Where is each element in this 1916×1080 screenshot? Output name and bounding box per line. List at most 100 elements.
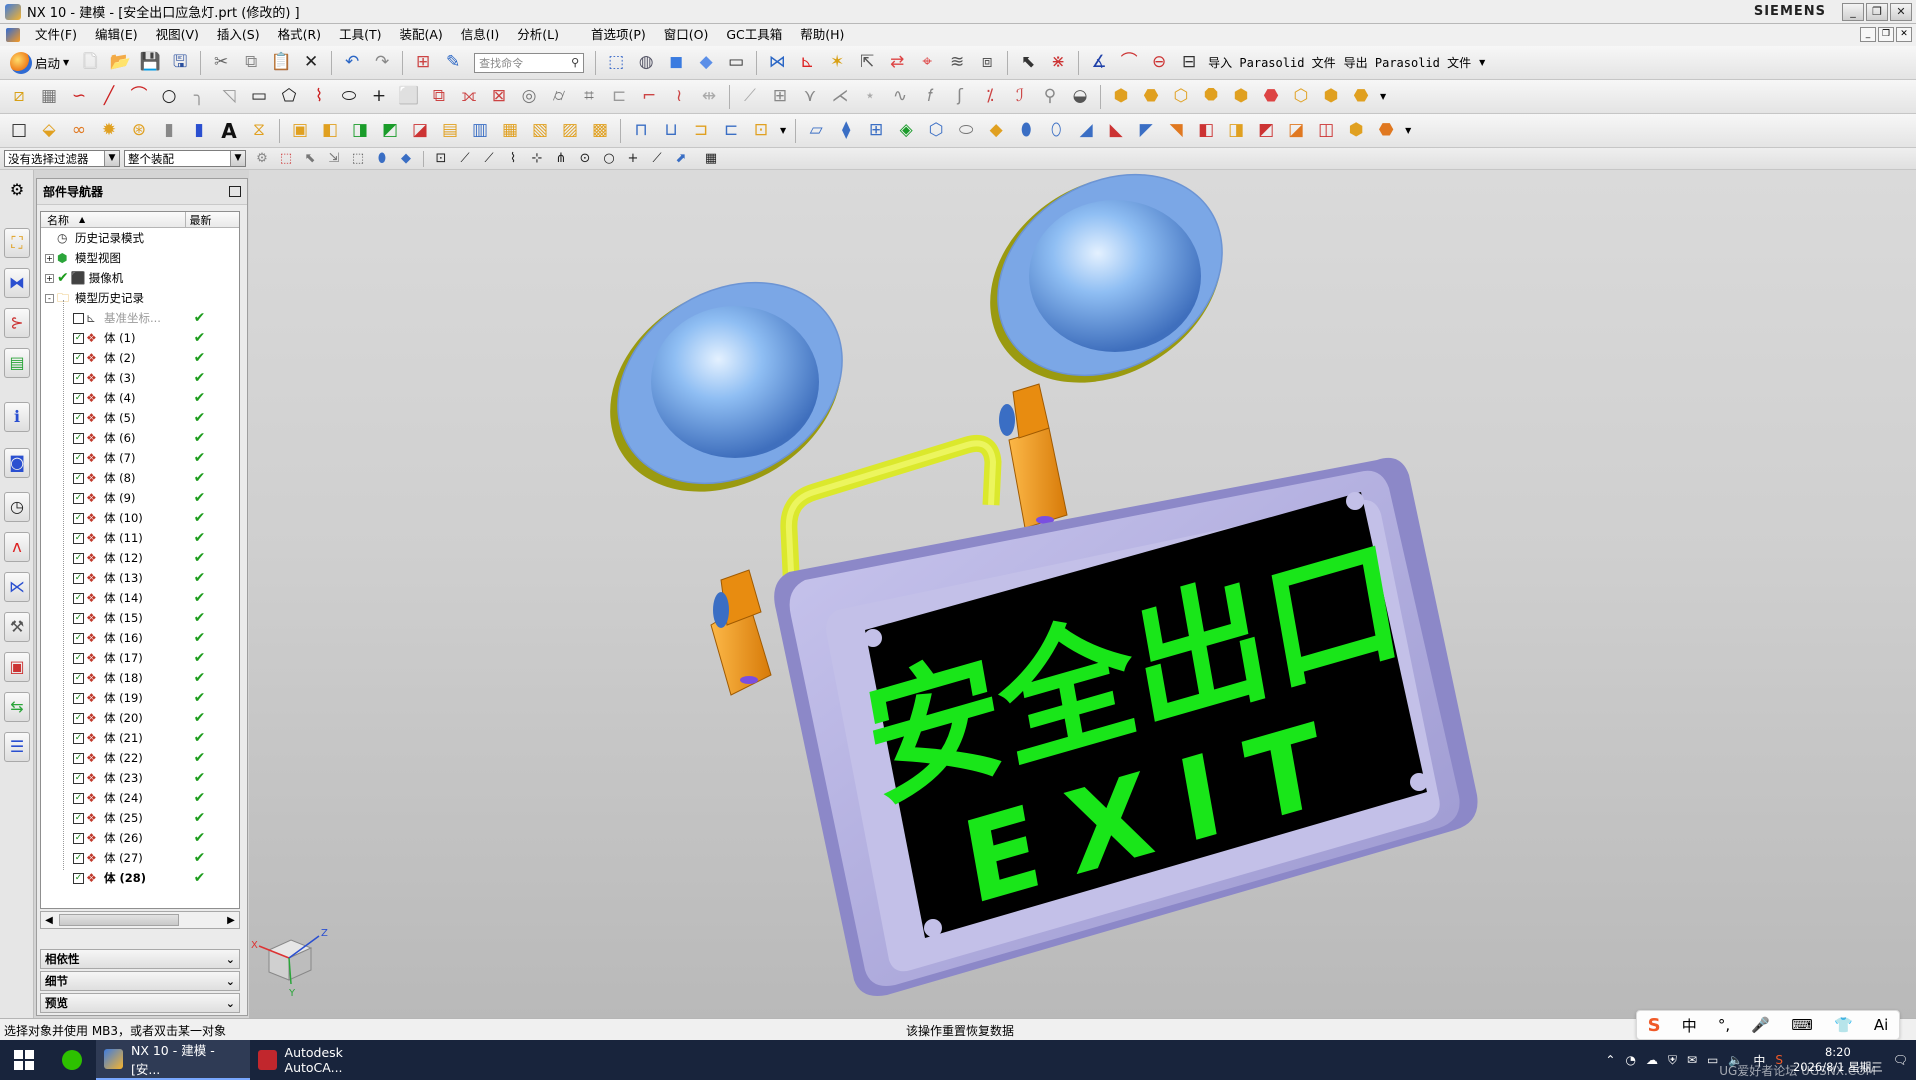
- subtract-icon[interactable]: ◧: [318, 119, 342, 143]
- redo-icon[interactable]: ↷: [370, 51, 394, 75]
- nx-app-icon[interactable]: [5, 3, 21, 20]
- cylinder-blue-icon[interactable]: ▮: [187, 119, 211, 143]
- tree-row[interactable]: ✓ ❖ 体 (12) ✔: [41, 548, 239, 568]
- quick-extend-icon[interactable]: ⊏: [607, 85, 631, 109]
- tree-row[interactable]: ✓ ❖ 体 (22) ✔: [41, 748, 239, 768]
- groove-icon[interactable]: ⬢: [1319, 85, 1343, 109]
- angle-icon[interactable]: ∡: [1087, 51, 1111, 75]
- sogou-icon[interactable]: S: [1648, 1015, 1661, 1036]
- menu-view[interactable]: 视图(V): [147, 24, 208, 46]
- text-curve-icon[interactable]: 𝑓: [918, 85, 942, 109]
- paste-icon[interactable]: 📋: [269, 51, 293, 75]
- command-finder-input[interactable]: 查找命令 ⚲: [474, 52, 585, 73]
- draft-icon[interactable]: ▦: [498, 119, 522, 143]
- menu-analysis[interactable]: 分析(L): [508, 24, 568, 46]
- surface-bounded-icon[interactable]: ⬭: [954, 119, 978, 143]
- visibility-checkbox[interactable]: ✓: [73, 872, 84, 884]
- surface-blend-icon[interactable]: ◤: [1134, 119, 1158, 143]
- visibility-checkbox[interactable]: [73, 312, 84, 324]
- palette-icon[interactable]: ☰: [4, 732, 30, 762]
- tray-chevron-up-icon[interactable]: ⌃: [1605, 1053, 1615, 1067]
- type-filter-dropdown[interactable]: 没有选择过滤器 ▼: [4, 150, 120, 167]
- tree-row[interactable]: ✓ ❖ 体 (18) ✔: [41, 668, 239, 688]
- tree-row[interactable]: ✓ ❖ 体 (23) ✔: [41, 768, 239, 788]
- filter-settings-icon[interactable]: ⚙: [252, 150, 272, 168]
- history-icon[interactable]: ◷: [4, 492, 30, 522]
- chamfer-icon[interactable]: ◹: [217, 85, 241, 109]
- wcs-icon[interactable]: ⊾: [795, 51, 819, 75]
- feature-more-icon[interactable]: ⬣: [1349, 85, 1373, 109]
- split-body-icon[interactable]: ◪: [408, 119, 432, 143]
- taskbar-wechat[interactable]: [48, 1040, 96, 1080]
- menu-insert[interactable]: 插入(S): [208, 24, 269, 46]
- resource-settings-icon[interactable]: ⚙: [4, 176, 30, 206]
- snap-midpoint-icon[interactable]: ⟋: [479, 150, 499, 168]
- doc-minimize-button[interactable]: _: [1860, 27, 1876, 42]
- surface-tools-icon[interactable]: ⬣: [1374, 119, 1398, 143]
- feature-gear-icon[interactable]: ✹: [97, 119, 121, 143]
- helix-icon[interactable]: ∿: [888, 85, 912, 109]
- surface-fill-icon[interactable]: ◆: [984, 119, 1008, 143]
- visibility-checkbox[interactable]: ✓: [73, 652, 84, 664]
- web-browser-icon[interactable]: ◙: [4, 448, 30, 478]
- model-view[interactable]: 安全出口 EXIT X Z Y: [249, 170, 1916, 1018]
- surface-edit-icon[interactable]: ◫: [1314, 119, 1338, 143]
- tree-row[interactable]: ✓ ❖ 体 (9) ✔: [41, 488, 239, 508]
- tree-row[interactable]: ◷ 历史记录模式: [41, 228, 239, 248]
- tree-row[interactable]: ✓ ❖ 体 (25) ✔: [41, 808, 239, 828]
- reuse-library-icon[interactable]: ▤: [4, 348, 30, 378]
- offset-3d-icon[interactable]: ʃ: [948, 85, 972, 109]
- menu-window[interactable]: 窗口(O): [655, 24, 718, 46]
- sketch-grid-icon[interactable]: ▦: [37, 85, 61, 109]
- visibility-checkbox[interactable]: ✓: [73, 592, 84, 604]
- pattern-curve-icon[interactable]: ⧉: [427, 85, 451, 109]
- tree-row[interactable]: ✓ ❖ 体 (15) ✔: [41, 608, 239, 628]
- tree-row[interactable]: ✓ ❖ 体 (1) ✔: [41, 328, 239, 348]
- visibility-checkbox[interactable]: ✓: [73, 372, 84, 384]
- feature-select-icon[interactable]: ⬮: [372, 150, 392, 168]
- grid-snap-icon[interactable]: ⋇: [1046, 51, 1070, 75]
- ellipse-icon[interactable]: ⬭: [337, 85, 361, 109]
- cylinder-icon[interactable]: ▮: [157, 119, 181, 143]
- visibility-checkbox[interactable]: ✓: [73, 412, 84, 424]
- tree-row[interactable]: + ⬢ 模型视图: [41, 248, 239, 268]
- surface-bend-icon[interactable]: ◥: [1164, 119, 1188, 143]
- trim-body-icon[interactable]: ◩: [378, 119, 402, 143]
- text-icon[interactable]: A: [217, 119, 241, 143]
- move-object-icon[interactable]: ⇱: [855, 51, 879, 75]
- visibility-checkbox[interactable]: ✓: [73, 452, 84, 464]
- rectangle-icon[interactable]: ▭: [247, 85, 271, 109]
- extract-geometry-icon[interactable]: ⊓: [629, 119, 653, 143]
- edge-blend-icon[interactable]: ▧: [528, 119, 552, 143]
- snap-icon[interactable]: ⋈: [765, 51, 789, 75]
- chamfer-body-icon[interactable]: ▨: [558, 119, 582, 143]
- surface-offset-icon[interactable]: ⬮: [1014, 119, 1038, 143]
- quick-trim-icon[interactable]: ⌗: [577, 85, 601, 109]
- close-button[interactable]: ✕: [1890, 3, 1912, 21]
- manufacturing-wizard-icon[interactable]: ⚒: [4, 612, 30, 642]
- select-cursor-icon[interactable]: ⬉: [300, 150, 320, 168]
- visibility-checkbox[interactable]: ✓: [73, 512, 84, 524]
- visibility-checkbox[interactable]: ✓: [73, 772, 84, 784]
- expand-icon[interactable]: +: [45, 273, 54, 283]
- import-parasolid-button[interactable]: 导入 Parasolid 文件: [1208, 54, 1335, 71]
- face-blend-icon[interactable]: ▩: [588, 119, 612, 143]
- right-bracket[interactable]: [999, 383, 1068, 529]
- tray-wechat-icon[interactable]: ✉: [1687, 1053, 1697, 1067]
- select-icon[interactable]: ⬉: [1016, 51, 1040, 75]
- snap-arc-center-icon[interactable]: ⋔: [551, 150, 571, 168]
- body-select-icon[interactable]: ◆: [396, 150, 416, 168]
- tree-row[interactable]: ✓ ❖ 体 (2) ✔: [41, 348, 239, 368]
- curve-length-icon[interactable]: ⋎: [798, 85, 822, 109]
- doc-restore-button[interactable]: ❐: [1878, 27, 1894, 42]
- menu-preferences[interactable]: 首选项(P): [582, 24, 655, 46]
- tree-row[interactable]: ✓ ❖ 体 (7) ✔: [41, 448, 239, 468]
- surface-more-icon[interactable]: ◪: [1284, 119, 1308, 143]
- visibility-checkbox[interactable]: ✓: [73, 492, 84, 504]
- tree-row[interactable]: ✓ ❖ 体 (5) ✔: [41, 408, 239, 428]
- ime-chinese-mode[interactable]: 中: [1682, 1015, 1697, 1036]
- layout-icon[interactable]: ⊞: [411, 51, 435, 75]
- visibility-checkbox[interactable]: ✓: [73, 712, 84, 724]
- left-bracket[interactable]: [710, 569, 772, 696]
- restore-button[interactable]: ❐: [1866, 3, 1888, 21]
